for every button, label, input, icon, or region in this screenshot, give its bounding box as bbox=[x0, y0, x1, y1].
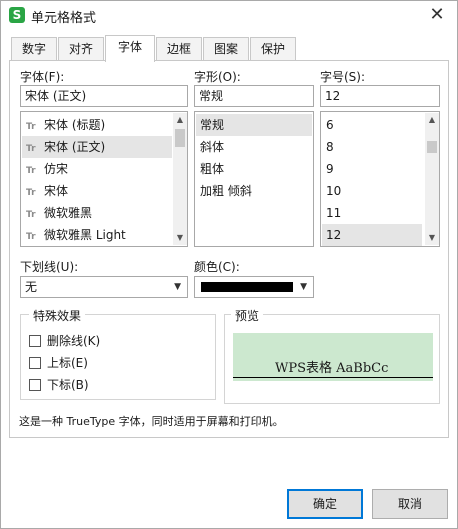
tab-pattern[interactable]: 图案 bbox=[203, 37, 249, 61]
font-list-item[interactable]: Tr 微软雅黑 bbox=[22, 202, 172, 224]
size-list[interactable]: 6 8 9 10 11 12 ▲ ▼ bbox=[320, 111, 440, 247]
preview-underline bbox=[233, 377, 433, 378]
scroll-up-icon[interactable]: ▲ bbox=[173, 113, 187, 127]
size-label: 字号(S): bbox=[320, 70, 366, 84]
title-bar: S 单元格格式 ✕ bbox=[1, 1, 457, 29]
style-list-item[interactable]: 常规 bbox=[196, 114, 312, 136]
checkbox-box[interactable] bbox=[29, 335, 41, 347]
size-list-item[interactable]: 9 bbox=[322, 158, 422, 180]
preview-text: WPS表格 AaBbCc bbox=[273, 357, 391, 376]
checkbox-box[interactable] bbox=[29, 379, 41, 391]
style-list-item[interactable]: 粗体 bbox=[196, 158, 312, 180]
truetype-font-icon: Tr bbox=[26, 144, 36, 154]
style-list-item[interactable]: 加粗 倾斜 bbox=[196, 180, 312, 202]
font-list-item[interactable]: Tr 宋体 (标题) bbox=[22, 114, 172, 136]
dialog-title: 单元格格式 bbox=[31, 11, 97, 26]
truetype-font-icon: Tr bbox=[26, 188, 36, 198]
font-list-scrollbar[interactable]: ▲ ▼ bbox=[173, 113, 187, 245]
truetype-font-icon: Tr bbox=[26, 232, 36, 242]
cancel-button[interactable]: 取消 bbox=[372, 489, 448, 519]
dropdown-arrow-icon: ▼ bbox=[174, 282, 181, 292]
font-label: 字体(F): bbox=[20, 70, 65, 84]
truetype-font-icon: Tr bbox=[26, 166, 36, 176]
preview-title: 预览 bbox=[231, 307, 264, 324]
style-list-item[interactable]: 斜体 bbox=[196, 136, 312, 158]
font-list-item[interactable]: Tr 宋体 bbox=[22, 180, 172, 202]
size-list-scrollbar[interactable]: ▲ ▼ bbox=[425, 113, 439, 245]
preview-group: 预览 WPS表格 AaBbCc bbox=[224, 307, 440, 404]
scroll-down-icon[interactable]: ▼ bbox=[425, 231, 439, 245]
color-select[interactable]: ▼ bbox=[194, 276, 314, 298]
style-list[interactable]: 常规 斜体 粗体 加粗 倾斜 bbox=[194, 111, 314, 247]
size-list-item[interactable]: 10 bbox=[322, 180, 422, 202]
scroll-thumb[interactable] bbox=[175, 129, 185, 147]
wps-spreadsheet-icon: S bbox=[9, 7, 25, 23]
tab-protection[interactable]: 保护 bbox=[250, 37, 296, 61]
scroll-up-icon[interactable]: ▲ bbox=[425, 113, 439, 127]
tab-number[interactable]: 数字 bbox=[11, 37, 57, 61]
truetype-font-icon: Tr bbox=[26, 210, 36, 220]
underline-value: 无 bbox=[25, 280, 38, 294]
format-cells-dialog: S 单元格格式 ✕ 数字 对齐 字体 边框 图案 保护 字体(F): 宋体 (正… bbox=[0, 0, 458, 529]
font-input[interactable]: 宋体 (正文) bbox=[20, 85, 188, 107]
ok-button[interactable]: 确定 bbox=[287, 489, 363, 519]
subscript-checkbox[interactable]: 下标(B) bbox=[29, 377, 89, 393]
color-label: 颜色(C): bbox=[194, 260, 240, 274]
underline-select[interactable]: 无 ▼ bbox=[20, 276, 188, 298]
scroll-thumb[interactable] bbox=[427, 141, 437, 153]
font-list-item[interactable]: Tr 微软雅黑 Light bbox=[22, 224, 172, 246]
strikethrough-checkbox[interactable]: 删除线(K) bbox=[29, 333, 100, 349]
font-list-item[interactable]: Tr 仿宋 bbox=[22, 158, 172, 180]
color-swatch bbox=[201, 282, 293, 292]
font-tab-panel: 字体(F): 宋体 (正文) Tr 宋体 (标题) Tr 宋体 (正文) Tr 仿宋 … bbox=[9, 60, 449, 438]
effects-title: 特殊效果 bbox=[29, 307, 86, 324]
size-list-item[interactable]: 8 bbox=[322, 136, 422, 158]
superscript-checkbox[interactable]: 上标(E) bbox=[29, 355, 88, 371]
font-list-item[interactable]: Tr 宋体 (正文) bbox=[22, 136, 172, 158]
size-input[interactable]: 12 bbox=[320, 85, 440, 107]
style-input[interactable]: 常规 bbox=[194, 85, 314, 107]
font-list[interactable]: Tr 宋体 (标题) Tr 宋体 (正文) Tr 仿宋 Tr 宋体 Tr 微软雅黑 Tr 微… bbox=[20, 111, 188, 247]
preview-area: WPS表格 AaBbCc bbox=[233, 333, 433, 381]
scroll-down-icon[interactable]: ▼ bbox=[173, 231, 187, 245]
size-list-item[interactable]: 12 bbox=[322, 224, 422, 246]
checkbox-box[interactable] bbox=[29, 357, 41, 369]
tab-font[interactable]: 字体 bbox=[105, 35, 155, 62]
tab-border[interactable]: 边框 bbox=[156, 37, 202, 61]
underline-label: 下划线(U): bbox=[20, 260, 79, 274]
effects-group: 特殊效果 删除线(K) 上标(E) 下标(B) bbox=[20, 307, 216, 400]
style-label: 字形(O): bbox=[194, 70, 241, 84]
tab-alignment[interactable]: 对齐 bbox=[58, 37, 104, 61]
size-list-item[interactable]: 11 bbox=[322, 202, 422, 224]
font-description: 这是一种 TrueType 字体，同时适用于屏幕和打印机。 bbox=[19, 415, 284, 428]
size-list-item[interactable]: 6 bbox=[322, 114, 422, 136]
dropdown-arrow-icon: ▼ bbox=[300, 282, 307, 292]
truetype-font-icon: Tr bbox=[26, 122, 36, 132]
close-icon[interactable]: ✕ bbox=[425, 4, 449, 26]
